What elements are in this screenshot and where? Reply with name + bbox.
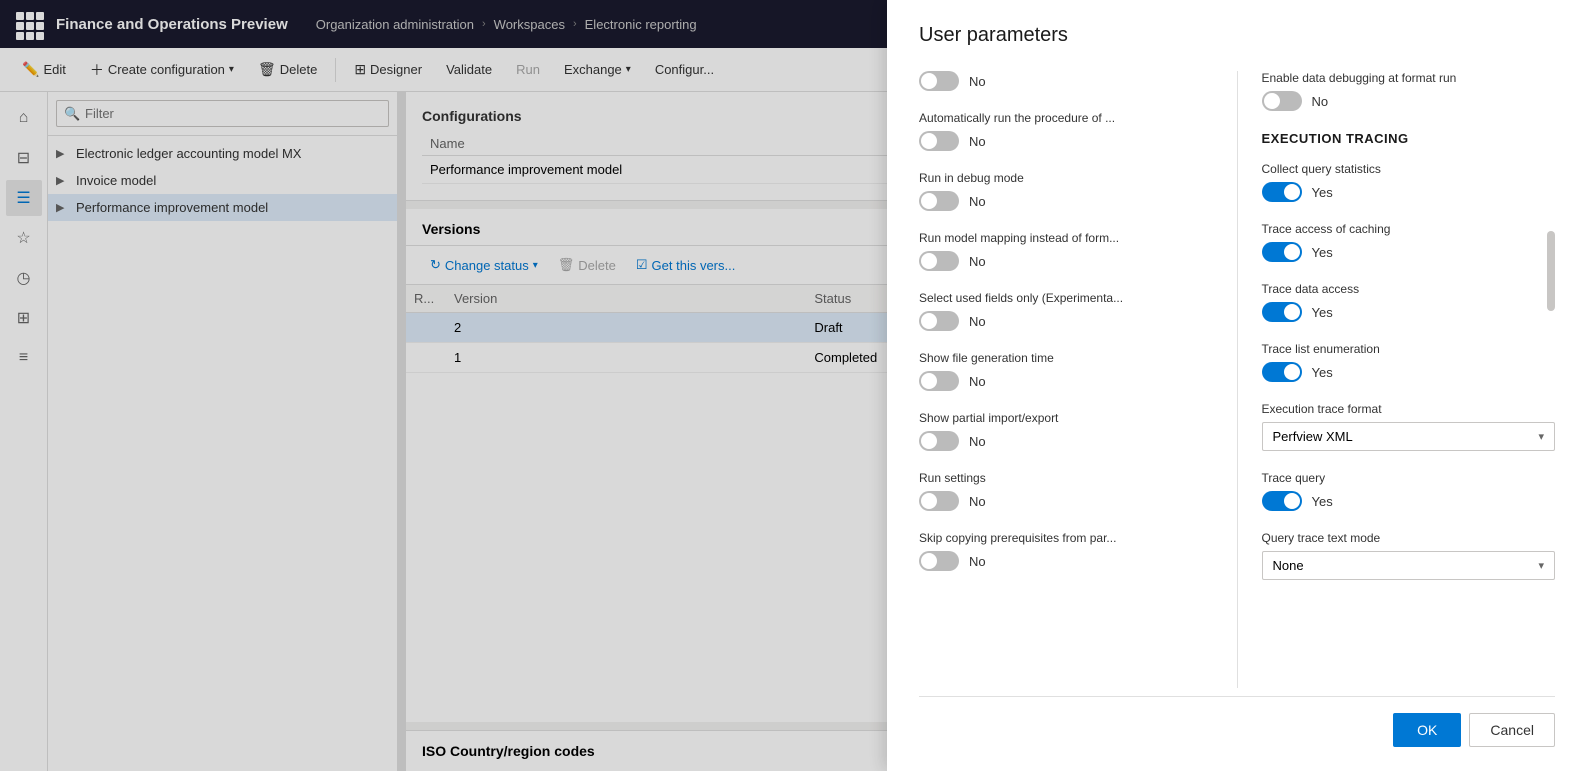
param-row-0: No [919, 71, 1213, 91]
exec-trace-format-chevron-icon: ▾ [1538, 430, 1544, 443]
param-toggle-4[interactable] [919, 311, 959, 331]
params-right-col: Enable data debugging at format run No E… [1238, 71, 1556, 688]
query-trace-text-mode-row: Query trace text mode None ▾ [1262, 531, 1556, 580]
trace-data-access-label: Trace data access [1262, 282, 1556, 296]
collect-query-stats-row: Collect query statistics Yes [1262, 162, 1556, 202]
param-toggle-8[interactable] [919, 551, 959, 571]
param-label-8: Skip copying prerequisites from par... [919, 531, 1213, 545]
trace-query-toggle-label: Yes [1312, 494, 1333, 509]
dialog-footer: OK Cancel [919, 696, 1555, 747]
param-toggle-5[interactable] [919, 371, 959, 391]
param-row-8: Skip copying prerequisites from par... N… [919, 531, 1213, 571]
param-label-3: Run model mapping instead of form... [919, 231, 1213, 245]
param-toggle-3[interactable] [919, 251, 959, 271]
query-trace-text-mode-label: Query trace text mode [1262, 531, 1556, 545]
enable-debugging-toggle-label: No [1312, 94, 1329, 109]
trace-access-caching-label: Trace access of caching [1262, 222, 1556, 236]
param-toggle-label-1: No [969, 134, 986, 149]
param-label-7: Run settings [919, 471, 1213, 485]
param-toggle-label-0: No [969, 74, 986, 89]
dialog-overlay: User parameters No Automatically run the… [0, 0, 1587, 771]
param-label-4: Select used fields only (Experimenta... [919, 291, 1213, 305]
trace-data-access-toggle-label: Yes [1312, 305, 1333, 320]
exec-trace-format-dropdown[interactable]: Perfview XML ▾ [1262, 422, 1556, 451]
param-toggle-label-7: No [969, 494, 986, 509]
query-trace-text-mode-chevron-icon: ▾ [1538, 559, 1544, 572]
param-row-1: Automatically run the procedure of ... N… [919, 111, 1213, 151]
exec-trace-format-row: Execution trace format Perfview XML ▾ [1262, 402, 1556, 451]
dialog-title: User parameters [919, 24, 1555, 47]
param-toggle-0[interactable] [919, 71, 959, 91]
param-label-1: Automatically run the procedure of ... [919, 111, 1213, 125]
param-label-5: Show file generation time [919, 351, 1213, 365]
trace-list-enum-label: Trace list enumeration [1262, 342, 1556, 356]
param-toggle-7[interactable] [919, 491, 959, 511]
trace-data-access-row: Trace data access Yes [1262, 282, 1556, 322]
param-row-3: Run model mapping instead of form... No [919, 231, 1213, 271]
enable-debugging-toggle[interactable] [1262, 91, 1302, 111]
param-toggle-1[interactable] [919, 131, 959, 151]
trace-list-enum-toggle-label: Yes [1312, 365, 1333, 380]
trace-access-caching-toggle-label: Yes [1312, 245, 1333, 260]
trace-query-label: Trace query [1262, 471, 1556, 485]
param-toggle-6[interactable] [919, 431, 959, 451]
trace-query-toggle[interactable] [1262, 491, 1302, 511]
trace-list-enum-toggle[interactable] [1262, 362, 1302, 382]
param-label-2: Run in debug mode [919, 171, 1213, 185]
param-row-7: Run settings No [919, 471, 1213, 511]
param-row-2: Run in debug mode No [919, 171, 1213, 211]
trace-query-row: Trace query Yes [1262, 471, 1556, 511]
exec-trace-format-label: Execution trace format [1262, 402, 1556, 416]
collect-query-stats-toggle-label: Yes [1312, 185, 1333, 200]
param-row-4: Select used fields only (Experimenta... … [919, 291, 1213, 331]
param-toggle-label-3: No [969, 254, 986, 269]
execution-tracing-heading: EXECUTION TRACING [1262, 131, 1556, 146]
trace-data-access-toggle[interactable] [1262, 302, 1302, 322]
query-trace-text-mode-dropdown[interactable]: None ▾ [1262, 551, 1556, 580]
scrollbar-track[interactable] [1547, 71, 1555, 688]
param-label-6: Show partial import/export [919, 411, 1213, 425]
scrollbar-thumb [1547, 231, 1555, 311]
trace-list-enum-row: Trace list enumeration Yes [1262, 342, 1556, 382]
enable-debugging-label: Enable data debugging at format run [1262, 71, 1556, 85]
param-row-6: Show partial import/export No [919, 411, 1213, 451]
trace-access-caching-toggle[interactable] [1262, 242, 1302, 262]
exec-trace-format-value: Perfview XML [1273, 429, 1353, 444]
user-parameters-dialog: User parameters No Automatically run the… [887, 0, 1587, 771]
trace-access-caching-row: Trace access of caching Yes [1262, 222, 1556, 262]
param-toggle-label-6: No [969, 434, 986, 449]
param-toggle-label-8: No [969, 554, 986, 569]
param-toggle-label-5: No [969, 374, 986, 389]
param-toggle-label-2: No [969, 194, 986, 209]
cancel-button[interactable]: Cancel [1469, 713, 1555, 747]
params-left-col: No Automatically run the procedure of ..… [919, 71, 1238, 688]
query-trace-text-mode-value: None [1273, 558, 1304, 573]
param-toggle-2[interactable] [919, 191, 959, 211]
collect-query-stats-toggle[interactable] [1262, 182, 1302, 202]
collect-query-stats-label: Collect query statistics [1262, 162, 1556, 176]
ok-button[interactable]: OK [1393, 713, 1461, 747]
param-row-5: Show file generation time No [919, 351, 1213, 391]
param-toggle-label-4: No [969, 314, 986, 329]
enable-debugging-row: Enable data debugging at format run No [1262, 71, 1556, 111]
